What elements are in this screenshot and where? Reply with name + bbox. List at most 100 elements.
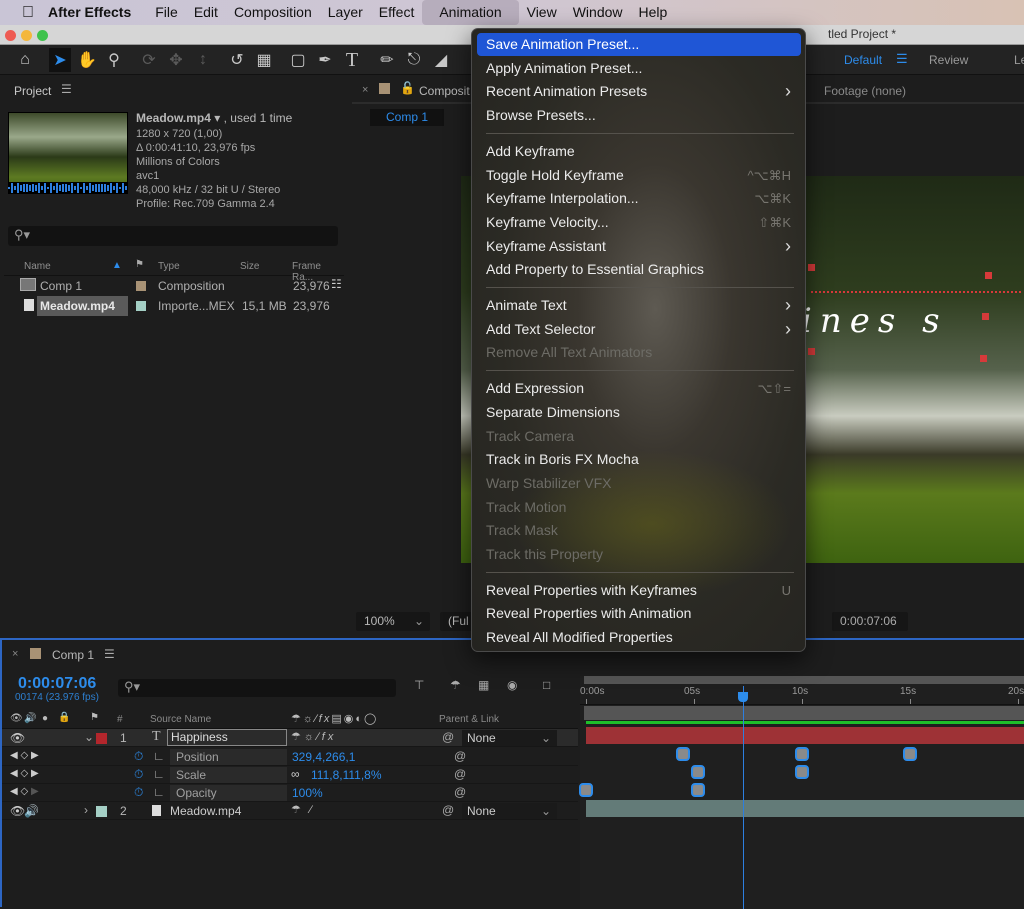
keyframe[interactable] [795, 747, 809, 761]
label-tag-icon[interactable]: ⚑ [135, 259, 144, 270]
timeline-search-input[interactable]: ⚲▾ [118, 679, 396, 697]
project-item-comp1[interactable]: Comp 1 Composition 23,976 ☷ [4, 276, 344, 296]
frame-blending-icon[interactable]: ▦ [478, 678, 489, 692]
workspace-default[interactable]: Default [844, 53, 882, 67]
zoom-tool-icon[interactable]: ⚲ [103, 48, 125, 72]
menu-composition[interactable]: Composition [226, 0, 320, 25]
expand-chevron-icon[interactable]: › [84, 803, 88, 817]
type-tool-icon[interactable]: T [341, 48, 363, 72]
viewer-timecode[interactable]: 0:00:07:06 [832, 612, 908, 631]
col-size[interactable]: Size [240, 261, 259, 272]
current-timecode[interactable]: 0:00:07:06 [18, 675, 96, 693]
keyframe[interactable] [903, 747, 917, 761]
layer-name[interactable]: Meadow.mp4 [170, 804, 241, 818]
menu-app-name[interactable]: After Effects [48, 0, 147, 25]
close-tab-icon[interactable]: × [362, 84, 368, 96]
pen-tool-icon[interactable]: ✒ [314, 48, 336, 72]
selection-tool-icon[interactable]: ➤ [49, 48, 71, 72]
graph-icon[interactable]: ∟ [153, 785, 165, 799]
project-item-meadow[interactable]: Meadow.mp4 Importe...MEX 15,1 MB 23,976 [4, 296, 344, 316]
property-row-position[interactable]: ◀ ◇ ▶ ⏱ ∟ Position 329,4,266,1 @ [2, 748, 578, 766]
constrain-link-icon[interactable]: ∞ [291, 767, 300, 781]
bounding-handle[interactable] [985, 272, 992, 279]
keyframe-nav-icons[interactable]: ◀ ◇ ▶ [10, 786, 39, 797]
layer-bar-meadow[interactable] [586, 800, 1024, 817]
menu-window[interactable]: Window [565, 0, 631, 25]
menu-item-apply-animation-preset[interactable]: Apply Animation Preset... [477, 57, 801, 80]
menu-file[interactable]: File [147, 0, 186, 25]
minimize-window-button[interactable] [21, 30, 32, 41]
menu-item-reveal-properties-with-animation[interactable]: Reveal Properties with Animation [477, 602, 801, 625]
zoom-window-button[interactable] [37, 30, 48, 41]
label-tag-icon[interactable]: ⚑ [90, 712, 99, 723]
work-area-bar[interactable] [584, 706, 1024, 720]
video-switch-icon[interactable]: 👁 [10, 713, 23, 724]
keyframe[interactable] [676, 747, 691, 761]
label-color-chip[interactable] [96, 733, 107, 744]
menu-item-add-property-to-essential-graphics[interactable]: Add Property to Essential Graphics [477, 258, 801, 281]
layer-row-meadow[interactable]: 👁 🔊 › 2 Meadow.mp4 ☂ ∕ @ None ⌄ [2, 802, 578, 820]
layer-row-happiness[interactable]: 👁 ⌄ 1 T Happiness ☂☼∕fx @ None ⌄ [2, 729, 578, 747]
workspace-learn[interactable]: Le [1014, 53, 1024, 67]
property-value[interactable]: 111,8,111,8% [311, 768, 382, 782]
playhead-line[interactable] [742, 686, 744, 909]
menu-item-animate-text[interactable]: Animate Text › [477, 294, 801, 317]
property-value[interactable]: 100% [292, 786, 323, 800]
anchor-point-tool-icon[interactable]: ▦ [253, 48, 275, 72]
layer-name[interactable]: Happiness [167, 729, 287, 746]
home-icon[interactable]: ⌂ [14, 48, 36, 72]
time-navigator[interactable] [584, 676, 1024, 684]
property-value[interactable]: 329,4,266,1 [292, 750, 355, 764]
bounding-handle[interactable] [982, 313, 989, 320]
menu-item-keyframe-interpolation[interactable]: Keyframe Interpolation... ⌥⌘K [477, 187, 801, 210]
menu-effect[interactable]: Effect [371, 0, 423, 25]
draft-3d-icon[interactable]: ☂ [450, 678, 461, 692]
panel-menu-icon[interactable]: ☰ [61, 82, 72, 96]
solo-icon[interactable]: ● [42, 713, 48, 724]
project-panel-title[interactable]: Project [14, 84, 51, 98]
clone-stamp-icon[interactable]: ⎋ [403, 48, 425, 72]
col-name[interactable]: Name [24, 261, 51, 272]
magnification-dropdown[interactable]: 100% ⌄ [356, 612, 430, 631]
time-ruler[interactable]: 0:00s 05s 10s 15s 20s [580, 685, 1024, 705]
visibility-eye-icon[interactable]: 👁 [10, 804, 25, 818]
label-color-chip[interactable] [136, 281, 146, 291]
orbit-camera-icon[interactable]: ⟳ [138, 48, 160, 72]
keyframe-nav-icons[interactable]: ◀ ◇ ▶ [10, 768, 39, 779]
stopwatch-icon[interactable]: ⏱ [134, 749, 143, 764]
graph-editor-icon[interactable]: □ [543, 678, 550, 692]
menu-animation[interactable]: Animation [422, 0, 519, 25]
hand-tool-icon[interactable]: ✋ [76, 48, 98, 72]
menu-item-keyframe-velocity[interactable]: Keyframe Velocity... ⇧⌘K [477, 211, 801, 234]
rectangle-tool-icon[interactable]: ▢ [287, 48, 309, 72]
graph-icon[interactable]: ∟ [153, 767, 165, 781]
apple-icon[interactable]:  [0, 0, 48, 25]
collapse-chevron-icon[interactable]: ⌄ [84, 730, 94, 744]
pickwhip-icon[interactable]: @ [442, 803, 454, 817]
property-row-opacity[interactable]: ◀ ◇ ▶ ⏱ ∟ Opacity 100% @ [2, 784, 578, 802]
panel-menu-icon[interactable]: ☰ [104, 647, 115, 661]
layer-switches[interactable]: ☂☼∕fx [291, 730, 336, 743]
audio-icon[interactable]: 🔊 [24, 804, 39, 818]
pickwhip-icon[interactable]: @ [454, 749, 466, 763]
lock-icon[interactable]: 🔒 [58, 712, 70, 723]
timeline-tab-comp1[interactable]: Comp 1 [52, 648, 94, 662]
pan-camera-icon[interactable]: ✥ [165, 48, 187, 72]
menu-item-save-animation-preset[interactable]: Save Animation Preset... [477, 33, 801, 56]
bounding-handle[interactable] [980, 355, 987, 362]
menu-item-separate-dimensions[interactable]: Separate Dimensions [477, 401, 801, 424]
menu-help[interactable]: Help [631, 0, 676, 25]
eraser-tool-icon[interactable]: ◢ [430, 48, 452, 72]
dolly-camera-icon[interactable]: ↕ [192, 48, 214, 72]
pickwhip-icon[interactable]: @ [454, 767, 466, 781]
sort-ascending-icon[interactable]: ▲ [112, 260, 122, 271]
menu-item-add-expression[interactable]: Add Expression ⌥⇧= [477, 377, 801, 400]
project-search-input[interactable]: ⚲▾ [8, 226, 338, 246]
keyframe-nav-icons[interactable]: ◀ ◇ ▶ [10, 750, 39, 761]
graph-icon[interactable]: ∟ [153, 749, 165, 763]
bounding-handle[interactable] [808, 348, 815, 355]
close-window-button[interactable] [5, 30, 16, 41]
menu-edit[interactable]: Edit [186, 0, 226, 25]
menu-layer[interactable]: Layer [320, 0, 371, 25]
keyframe[interactable] [579, 783, 593, 797]
